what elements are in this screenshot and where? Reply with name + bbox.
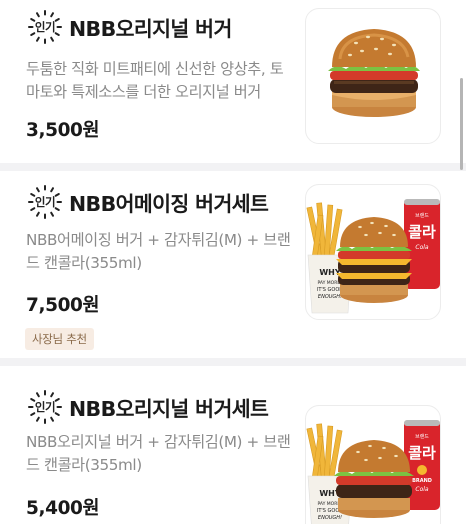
popular-badge-label: 인기 xyxy=(34,400,56,414)
fry-box-text: WHY xyxy=(319,268,341,277)
can-label: 콜라 xyxy=(408,444,436,462)
fry-box-text: IT'S GOOD xyxy=(317,287,343,293)
menu-item-description: 두툼한 직화 미트패티에 신선한 양상추, 토마토와 특제소스를 더한 오리지널… xyxy=(26,60,284,101)
section-divider xyxy=(0,358,466,366)
menu-item-title-row: 인기 NBB오리지널 버거세트 xyxy=(26,388,269,426)
menu-item-amazing-burger-set[interactable]: 인기 NBB어메이징 버거세트 NBB어메이징 버거 + 감자튀김(M) + 브… xyxy=(0,171,466,358)
menu-item-description: NBB오리지널 버거 + 감자튀김(M) + 브랜드 캔콜라(355ml) xyxy=(26,433,291,474)
popular-badge-icon: 인기 xyxy=(26,8,64,46)
can-label-top: 브랜드 xyxy=(415,433,429,440)
burger-set-image: WHY PAY MORE? IT'S GOOD ENOUGH! 브랜드 콜라 B… xyxy=(306,420,440,524)
can-brand: BRAND xyxy=(412,478,432,484)
menu-item-image[interactable]: WHY PAY MORE? IT'S GOOD ENOUGH! 브랜드 콜라 C… xyxy=(305,184,441,320)
popular-badge-icon: 인기 xyxy=(26,388,64,426)
section-divider xyxy=(0,163,466,171)
menu-item-price: 5,400원 xyxy=(26,498,100,519)
menu-item-image[interactable] xyxy=(305,8,441,144)
fry-box-text: ENOUGH! xyxy=(318,294,342,300)
burger-set-image: WHY PAY MORE? IT'S GOOD ENOUGH! 브랜드 콜라 C… xyxy=(306,199,440,314)
can-label-top: 브랜드 xyxy=(415,212,429,219)
menu-item-description: NBB어메이징 버거 + 감자튀김(M) + 브랜드 캔콜라(355ml) xyxy=(26,231,291,272)
menu-item-price: 7,500원 xyxy=(26,295,100,316)
can-label-sub: Cola xyxy=(415,244,429,251)
scrollbar[interactable] xyxy=(460,78,463,170)
menu-item-title: NBB어메이징 버거세트 xyxy=(69,192,269,216)
popular-badge-label: 인기 xyxy=(34,195,56,209)
menu-item-title: NBB오리지널 버거세트 xyxy=(69,397,269,421)
can-label-sub: Cola xyxy=(415,486,429,493)
burger-image xyxy=(328,29,420,117)
menu-list: 인기 NBB오리지널 버거 두툼한 직화 미트패티에 신선한 양상추, 토마토와… xyxy=(0,0,466,524)
menu-item-title-row: 인기 NBB오리지널 버거 xyxy=(26,8,232,46)
menu-item-title-row: 인기 NBB어메이징 버거세트 xyxy=(26,183,269,221)
fry-box-text: ENOUGH! xyxy=(318,515,342,521)
popular-badge-icon: 인기 xyxy=(26,183,64,221)
popular-badge-label: 인기 xyxy=(34,20,56,34)
menu-item-original-burger-set[interactable]: 인기 NBB오리지널 버거세트 NBB오리지널 버거 + 감자튀김(M) + 브… xyxy=(0,367,466,524)
menu-item-original-burger[interactable]: 인기 NBB오리지널 버거 두툼한 직화 미트패티에 신선한 양상추, 토마토와… xyxy=(0,0,466,163)
can-label: 콜라 xyxy=(408,223,436,241)
owner-recommend-tag: 사장님 추천 xyxy=(25,328,94,350)
menu-item-image[interactable]: WHY PAY MORE? IT'S GOOD ENOUGH! 브랜드 콜라 B… xyxy=(305,405,441,524)
menu-item-title: NBB오리지널 버거 xyxy=(69,17,232,41)
menu-item-price: 3,500원 xyxy=(26,120,100,141)
